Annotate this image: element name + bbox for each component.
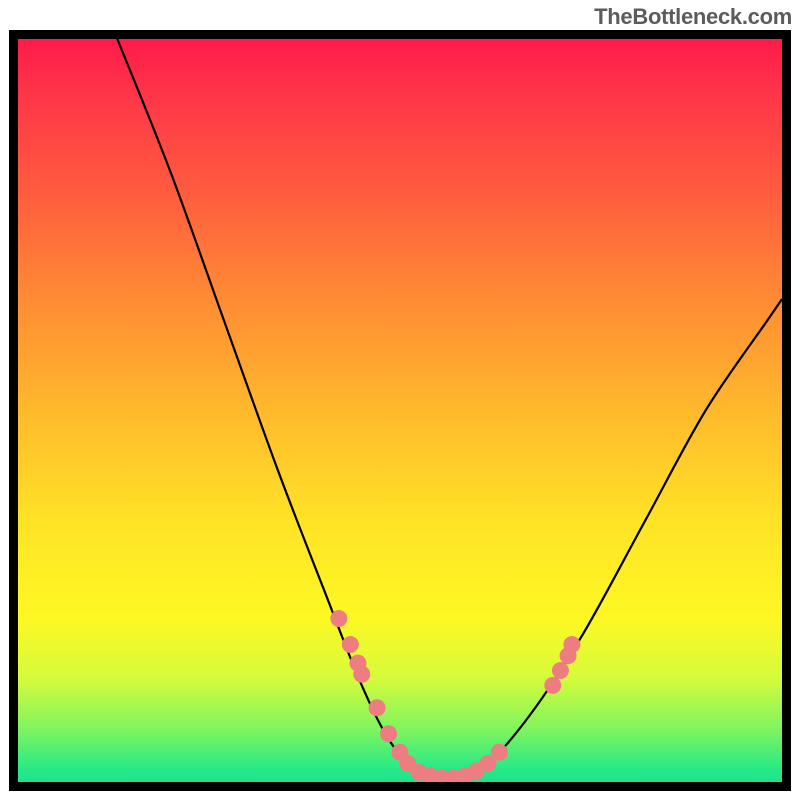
highlight-dot (353, 666, 370, 683)
bottleneck-curve (117, 39, 782, 779)
attribution-text: TheBottleneck.com (594, 4, 792, 30)
highlight-dot (342, 636, 359, 653)
highlight-dot (552, 662, 569, 679)
curve-svg (18, 39, 782, 782)
highlight-dot (563, 636, 580, 653)
highlight-dot (491, 744, 508, 761)
highlight-dot (330, 610, 347, 627)
chart-frame (9, 30, 791, 791)
highlight-dot (380, 725, 397, 742)
highlight-dot (544, 677, 561, 694)
highlight-dot (369, 699, 386, 716)
